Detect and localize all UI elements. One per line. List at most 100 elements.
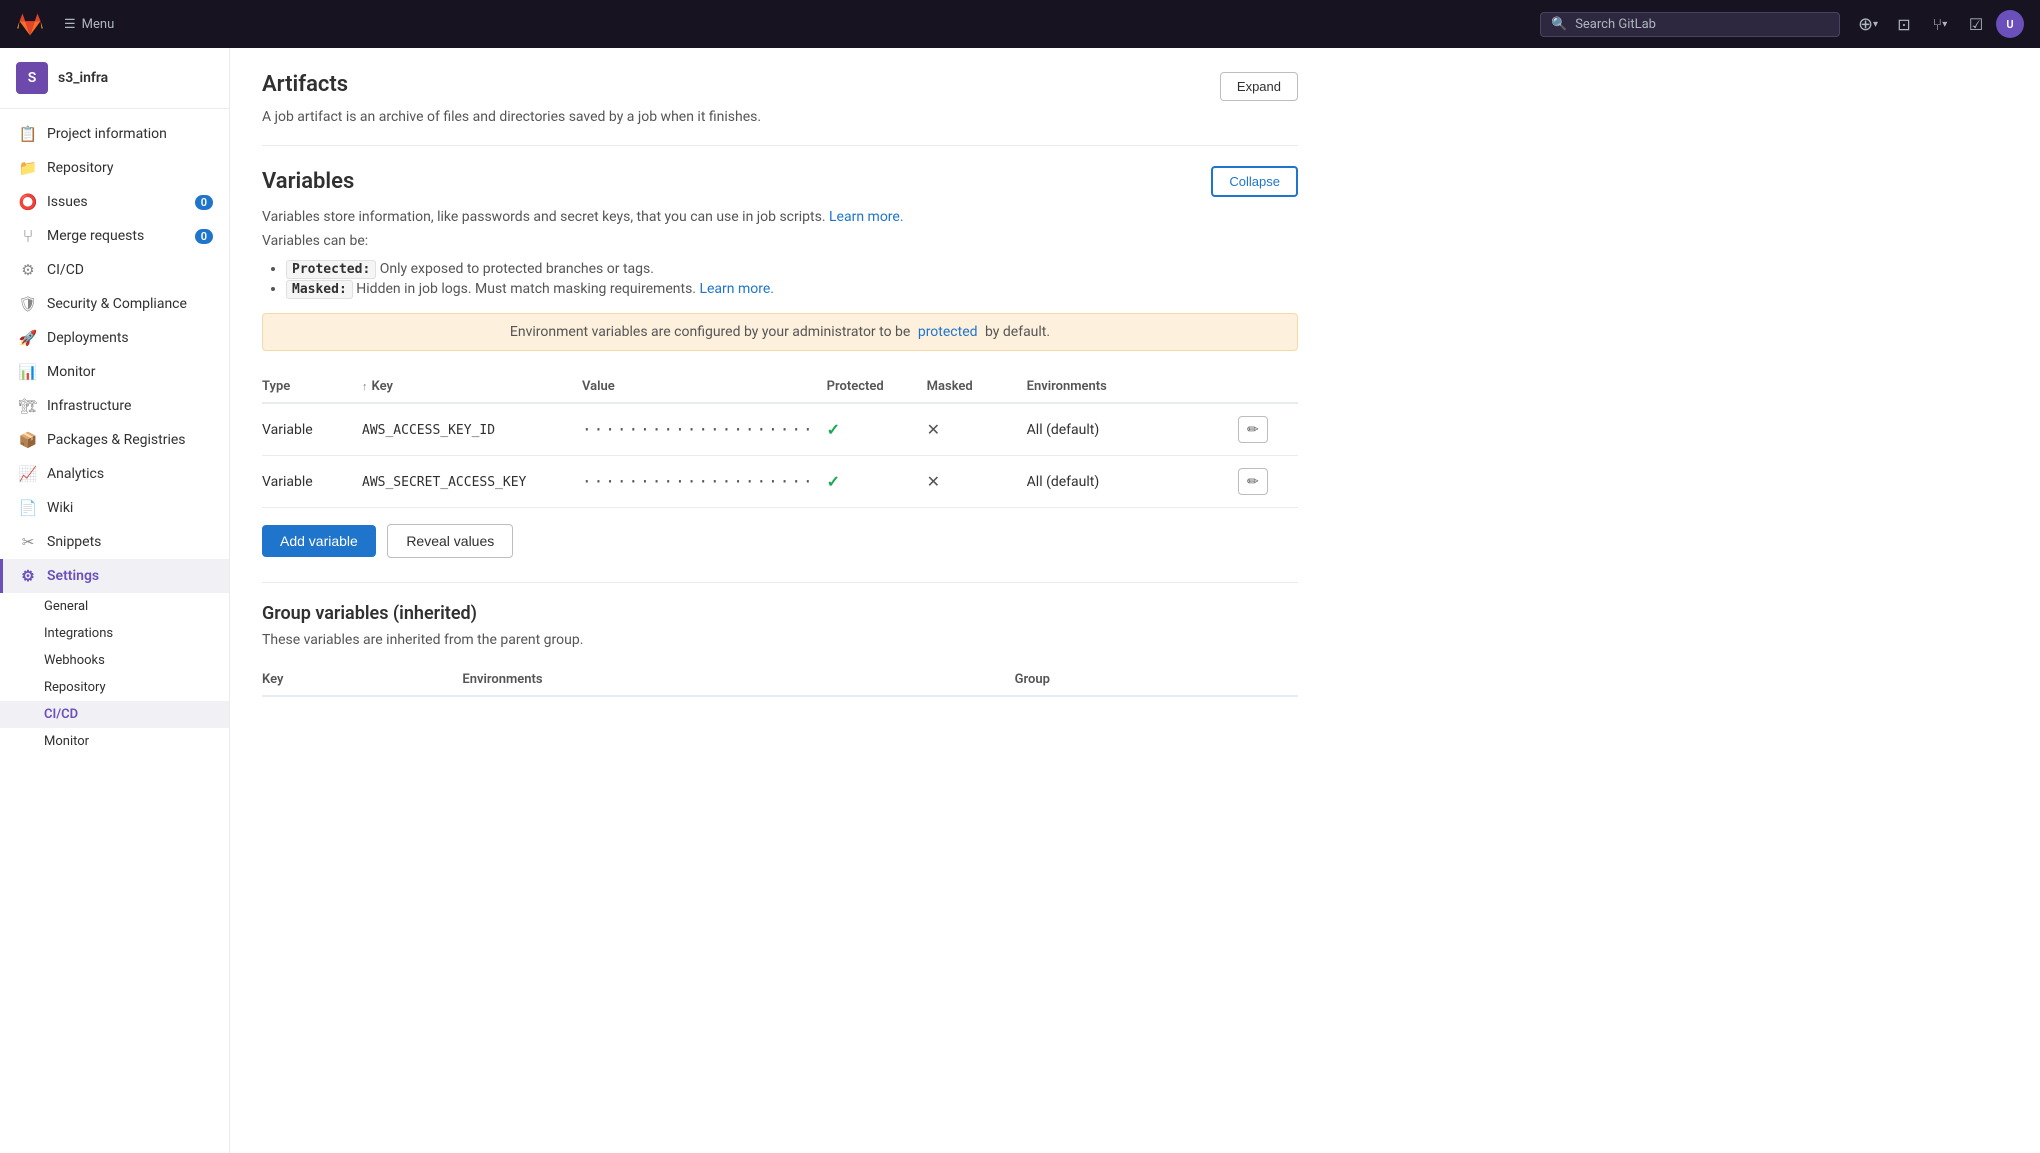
variables-description: Variables store information, like passwo… — [262, 209, 1298, 225]
variables-header-row: Variables Collapse — [262, 166, 1298, 197]
collapse-button[interactable]: Collapse — [1211, 166, 1298, 197]
artifacts-divider — [262, 145, 1298, 146]
protected-code: Protected: — [286, 260, 376, 279]
col-masked: Masked — [927, 371, 1027, 403]
infrastructure-icon: 🏗 — [19, 397, 37, 415]
gitlab-logo-icon — [16, 10, 44, 38]
group-col-environments: Environments — [462, 664, 1014, 696]
masked-text: Hidden in job logs. Must match masking r… — [356, 281, 699, 297]
menu-label: Menu — [82, 17, 115, 32]
merge-requests-nav-button[interactable]: ⑂ ▾ — [1924, 8, 1956, 40]
sidebar-item-repository[interactable]: 📁 Repository — [0, 151, 229, 185]
sort-arrow-icon: ↑ — [362, 380, 368, 393]
group-vars-divider — [262, 582, 1298, 583]
gitlab-logo-area[interactable] — [16, 10, 44, 38]
sidebar-sub-integrations[interactable]: Integrations — [0, 620, 229, 647]
protected-check-icon-2: ✓ — [827, 472, 840, 491]
sidebar-item-merge-requests[interactable]: ⑂ Merge requests 0 — [0, 219, 229, 253]
group-table-header: Key Environments Group — [262, 664, 1298, 696]
user-avatar[interactable]: U — [1996, 10, 2024, 38]
row1-actions: ✏ — [1238, 403, 1298, 456]
cicd-icon: ⚙ — [19, 261, 37, 279]
add-variable-button[interactable]: Add variable — [262, 525, 376, 557]
search-icon: 🔍 — [1551, 17, 1567, 32]
plus-icon: ⊕ — [1858, 14, 1873, 35]
row1-value: ···················· — [582, 403, 827, 456]
learn-more-link-2[interactable]: Learn more. — [699, 281, 774, 297]
row2-actions: ✏ — [1238, 456, 1298, 508]
learn-more-link-1[interactable]: Learn more. — [829, 209, 904, 225]
sidebar-item-monitor[interactable]: 📊 Monitor — [0, 355, 229, 389]
issues-icon: ⊡ — [1897, 15, 1910, 34]
sidebar-item-issues[interactable]: ⭕ Issues 0 — [0, 185, 229, 219]
sidebar-sub-general[interactable]: General — [0, 593, 229, 620]
menu-button[interactable]: ☰ Menu — [56, 13, 122, 36]
sidebar-label-packages: Packages & Registries — [47, 432, 186, 448]
sidebar-sub-cicd[interactable]: CI/CD — [0, 701, 229, 728]
sidebar-item-security-compliance[interactable]: 🛡 Security & Compliance — [0, 287, 229, 321]
sidebar: S s3_infra 📋 Project information 📁 Repos… — [0, 48, 230, 1153]
sidebar-item-snippets[interactable]: ✂ Snippets — [0, 525, 229, 559]
masked-cross-icon-2: ✕ — [927, 472, 940, 491]
sidebar-item-wiki[interactable]: 📄 Wiki — [0, 491, 229, 525]
col-value: Value — [582, 371, 827, 403]
sidebar-item-deployments[interactable]: 🚀 Deployments — [0, 321, 229, 355]
project-header[interactable]: S s3_infra — [0, 48, 229, 109]
col-actions — [1238, 371, 1298, 403]
artifacts-header-row: Artifacts Expand — [262, 72, 1298, 101]
main-content: Artifacts Expand A job artifact is an ar… — [230, 48, 2040, 1153]
sidebar-item-cicd[interactable]: ⚙ CI/CD — [0, 253, 229, 287]
group-col-group: Group — [1015, 664, 1298, 696]
sidebar-label-deployments: Deployments — [47, 330, 129, 346]
snippets-icon: ✂ — [19, 533, 37, 551]
col-environments: Environments — [1027, 371, 1238, 403]
sidebar-item-project-information[interactable]: 📋 Project information — [0, 117, 229, 151]
issues-sidebar-icon: ⭕ — [19, 193, 37, 211]
project-avatar: S — [16, 62, 48, 94]
todos-button[interactable]: ☑ — [1960, 8, 1992, 40]
env-protected-link[interactable]: protected — [918, 324, 978, 340]
variables-list: Protected: Only exposed to protected bra… — [286, 261, 1298, 297]
row1-protected: ✓ — [827, 403, 927, 456]
sidebar-nav: 📋 Project information 📁 Repository ⭕ Iss… — [0, 109, 229, 763]
variables-table-header: Type ↑ Key Value Protected — [262, 371, 1298, 403]
row2-protected: ✓ — [827, 456, 927, 508]
wiki-icon: 📄 — [19, 499, 37, 517]
row2-key: AWS_SECRET_ACCESS_KEY — [362, 456, 582, 508]
reveal-values-button[interactable]: Reveal values — [387, 524, 513, 558]
table-row: Variable AWS_ACCESS_KEY_ID ·············… — [262, 403, 1298, 456]
sidebar-item-packages[interactable]: 📦 Packages & Registries — [0, 423, 229, 457]
col-key[interactable]: ↑ Key — [362, 371, 582, 403]
edit-row2-button[interactable]: ✏ — [1238, 468, 1268, 495]
group-col-key: Key — [262, 664, 462, 696]
sidebar-sub-monitor[interactable]: Monitor — [0, 728, 229, 755]
edit-row1-button[interactable]: ✏ — [1238, 416, 1268, 443]
row2-type: Variable — [262, 456, 362, 508]
create-new-button[interactable]: ⊕ ▾ — [1852, 8, 1884, 40]
group-variables-table: Key Environments Group — [262, 664, 1298, 697]
sidebar-item-infrastructure[interactable]: 🏗 Infrastructure — [0, 389, 229, 423]
variable-action-buttons: Add variable Reveal values — [262, 524, 1298, 558]
sidebar-item-analytics[interactable]: 📈 Analytics — [0, 457, 229, 491]
sidebar-sub-repository[interactable]: Repository — [0, 674, 229, 701]
group-variables-title: Group variables (inherited) — [262, 603, 1298, 624]
hamburger-icon: ☰ — [64, 17, 76, 32]
search-bar[interactable]: 🔍 Search GitLab — [1540, 12, 1840, 37]
packages-icon: 📦 — [19, 431, 37, 449]
issues-button[interactable]: ⊡ — [1888, 8, 1920, 40]
monitor-icon: 📊 — [19, 363, 37, 381]
variables-table-body: Variable AWS_ACCESS_KEY_ID ·············… — [262, 403, 1298, 508]
sidebar-label-security: Security & Compliance — [47, 296, 187, 312]
sidebar-item-settings[interactable]: ⚙ Settings — [0, 559, 229, 593]
sidebar-label-cicd: CI/CD — [47, 262, 84, 278]
project-name: s3_infra — [58, 70, 108, 86]
sidebar-label-wiki: Wiki — [47, 500, 73, 516]
table-row: Variable AWS_SECRET_ACCESS_KEY ·········… — [262, 456, 1298, 508]
sidebar-label-issues: Issues — [47, 194, 88, 210]
col-protected: Protected — [827, 371, 927, 403]
env-warning-banner: Environment variables are configured by … — [262, 313, 1298, 351]
sidebar-sub-webhooks[interactable]: Webhooks — [0, 647, 229, 674]
search-placeholder: Search GitLab — [1575, 17, 1656, 32]
expand-button[interactable]: Expand — [1220, 72, 1298, 101]
artifacts-description: A job artifact is an archive of files an… — [262, 109, 1298, 125]
